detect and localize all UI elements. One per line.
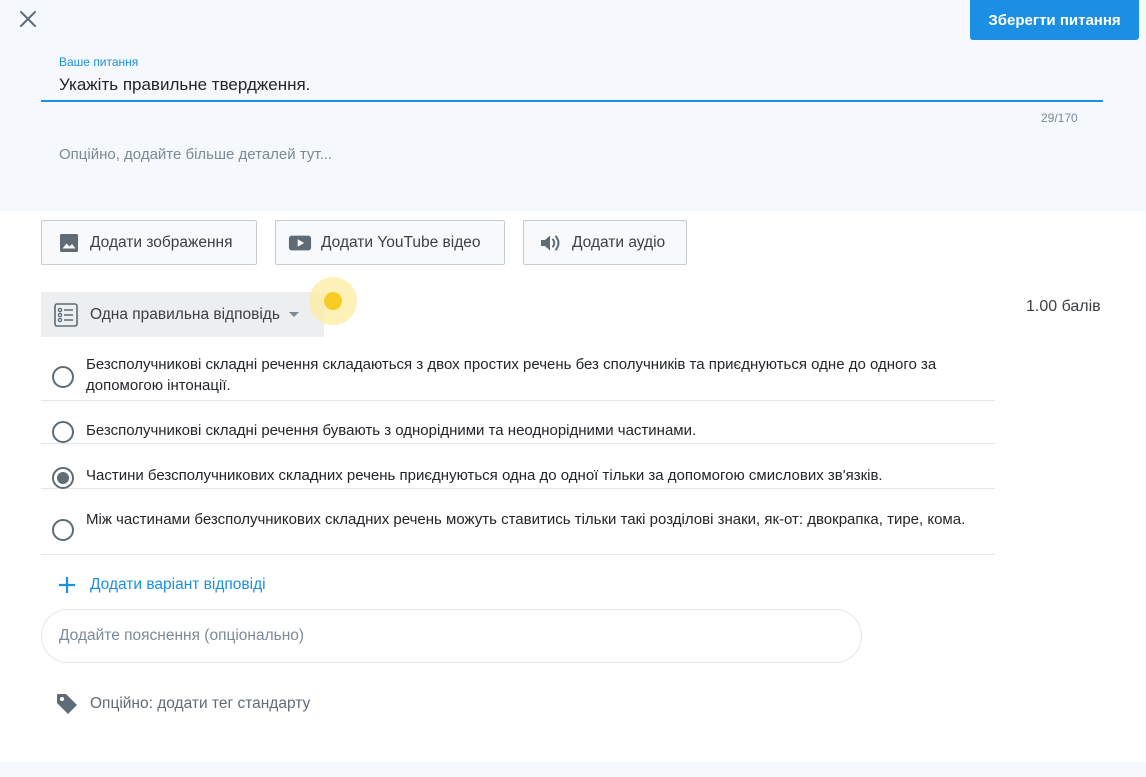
answer-text: Безсполучникові складні речення складают…	[86, 356, 937, 394]
cursor-dot	[324, 292, 342, 310]
close-button[interactable]	[14, 5, 42, 33]
add-answer-option-button[interactable]: Додати варіант відповіді	[57, 575, 266, 595]
answer-text: Частини безсполучникових складних речень…	[86, 467, 883, 484]
add-answer-option-label: Додати варіант відповіді	[90, 576, 266, 593]
answer-text: Безсполучникові складні речення бувають …	[86, 422, 697, 439]
answer-radio[interactable]	[52, 519, 74, 541]
list-icon	[53, 302, 79, 328]
close-icon	[20, 11, 36, 27]
add-standard-tag-button[interactable]: Опційно: додати тег стандарту	[54, 691, 310, 717]
answer-option-4[interactable]: Між частинами безсполучникових складних …	[41, 489, 995, 555]
question-type-label: Одна правильна відповідь	[90, 305, 280, 323]
speaker-icon	[539, 231, 563, 255]
answer-radio-selected[interactable]	[52, 467, 74, 489]
explanation-input[interactable]	[41, 609, 862, 663]
character-counter: 29/170	[1041, 111, 1078, 125]
answer-option-1[interactable]: Безсполучникові складні речення складают…	[41, 346, 995, 401]
add-standard-tag-label: Опційно: додати тег стандарту	[90, 695, 311, 712]
tag-icon	[54, 691, 80, 717]
add-audio-button[interactable]: Додати аудіо	[523, 220, 687, 265]
add-image-label: Додати зображення	[90, 233, 233, 251]
add-youtube-label: Додати YouTube відео	[321, 233, 481, 251]
add-youtube-button[interactable]: Додати YouTube відео	[275, 220, 505, 265]
question-label: Ваше питання	[59, 55, 139, 69]
question-input[interactable]	[41, 70, 1103, 102]
plus-icon	[57, 575, 77, 595]
answer-radio[interactable]	[52, 366, 74, 388]
chevron-down-icon	[288, 312, 299, 317]
answer-text: Між частинами безсполучникових складних …	[86, 511, 966, 528]
question-type-dropdown[interactable]: Одна правильна відповідь	[41, 292, 324, 337]
save-question-button[interactable]: Зберегти питання	[970, 0, 1139, 40]
answer-option-2[interactable]: Безсполучникові складні речення бувають …	[41, 401, 995, 444]
add-audio-label: Додати аудіо	[572, 233, 666, 251]
add-image-button[interactable]: Додати зображення	[41, 220, 257, 265]
points-value: 1.00 балів	[1026, 298, 1101, 315]
youtube-play-icon	[288, 231, 312, 255]
answer-radio[interactable]	[52, 421, 74, 443]
question-details-input[interactable]	[41, 140, 1103, 168]
answer-option-3[interactable]: Частини безсполучникових складних речень…	[41, 444, 995, 489]
footer-strip	[0, 762, 1146, 777]
image-icon	[57, 231, 81, 255]
